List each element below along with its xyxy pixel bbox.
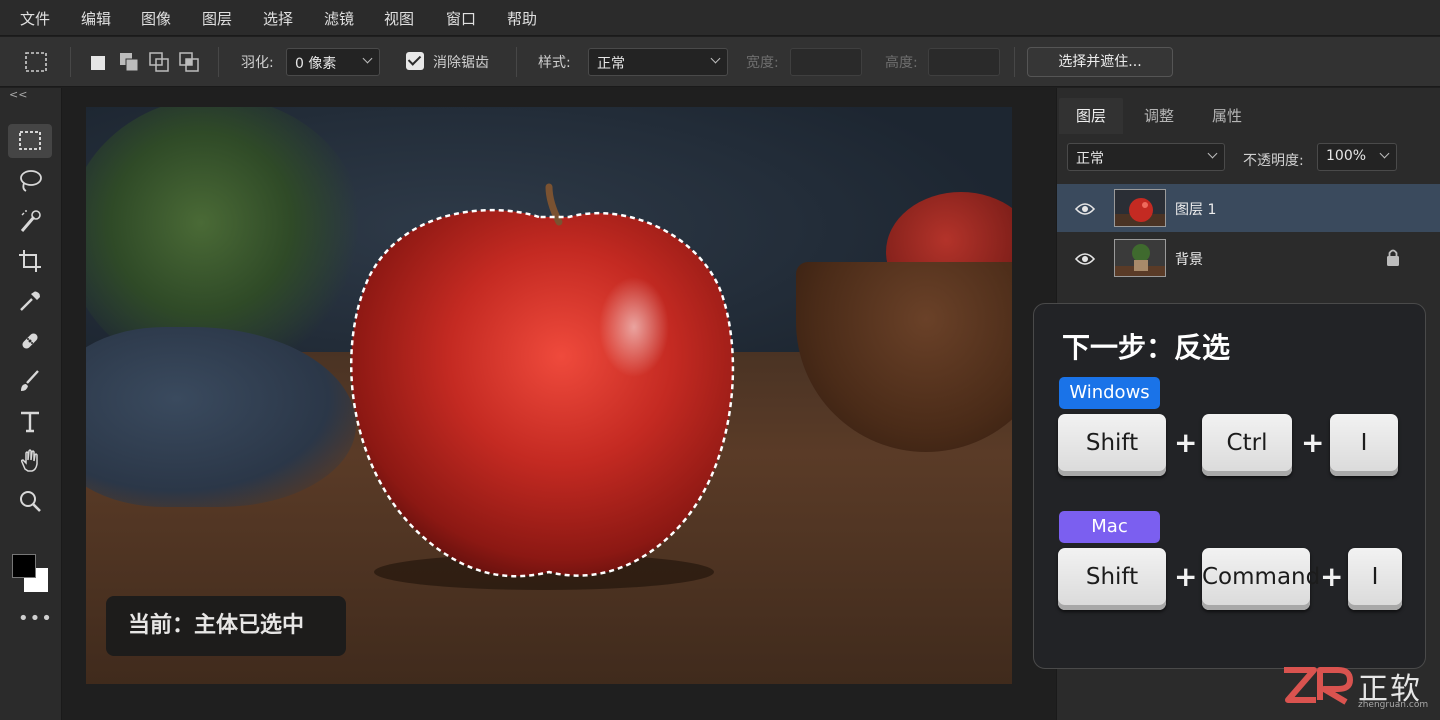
eyedropper-icon bbox=[20, 291, 40, 311]
add-to-selection-icon[interactable] bbox=[118, 51, 140, 77]
marquee-preset-icon[interactable] bbox=[24, 51, 48, 77]
layer-row-layer1[interactable]: 图层 1 bbox=[1057, 184, 1440, 232]
opacity-value: 100% bbox=[1326, 148, 1367, 164]
rect-marquee-tool[interactable] bbox=[8, 124, 52, 158]
menu-help[interactable]: 帮助 bbox=[507, 8, 537, 29]
shortcut-card: 下一步：反选 Windows Shift + Ctrl + I Mac Shif… bbox=[1033, 303, 1426, 669]
type-tool[interactable] bbox=[8, 404, 52, 438]
chevron-down-icon bbox=[1207, 148, 1218, 159]
zoom-icon bbox=[20, 491, 41, 512]
options-bar: 羽化: 0 像素 消除锯齿 样式: 正常 宽度: 高度: 选择并遮住... bbox=[0, 37, 1440, 87]
width-input[interactable] bbox=[790, 48, 862, 76]
lock-icon[interactable] bbox=[1385, 248, 1401, 272]
tab-layers[interactable]: 图层 bbox=[1059, 98, 1123, 134]
style-value: 正常 bbox=[597, 56, 625, 72]
layer-name: 背景 bbox=[1175, 252, 1203, 268]
watermark-logo: 正软 zhengruan.com bbox=[1280, 660, 1440, 720]
mac-badge: Mac bbox=[1059, 511, 1160, 543]
menu-bar: 文件 编辑 图像 图层 选择 滤镜 视图 窗口 帮助 bbox=[0, 0, 1440, 36]
selection-status-chip: 当前：主体已选中 bbox=[106, 596, 346, 656]
key-command: Command bbox=[1202, 548, 1320, 610]
menu-view[interactable]: 视图 bbox=[384, 8, 414, 29]
layer-thumbnail bbox=[1114, 239, 1166, 277]
antialias-checkbox[interactable] bbox=[406, 52, 424, 70]
tab-adjustments[interactable]: 调整 bbox=[1127, 98, 1191, 134]
foreground-color-swatch[interactable] bbox=[12, 554, 36, 578]
healing-brush-tool[interactable] bbox=[8, 324, 52, 358]
quick-select-tool[interactable] bbox=[8, 204, 52, 238]
style-select[interactable]: 正常 bbox=[588, 48, 728, 76]
key-i: I bbox=[1330, 414, 1398, 476]
chevron-down-icon bbox=[710, 53, 721, 64]
lasso-icon bbox=[20, 170, 42, 192]
plus-sign: + bbox=[1174, 426, 1198, 459]
hand-icon bbox=[20, 449, 38, 472]
chevron-down-icon bbox=[1379, 148, 1390, 159]
chevron-down-icon bbox=[362, 53, 373, 64]
quick-select-icon bbox=[20, 210, 41, 232]
layer-name: 图层 1 bbox=[1175, 202, 1217, 218]
menu-filter[interactable]: 滤镜 bbox=[324, 8, 354, 29]
eye-icon[interactable] bbox=[1074, 201, 1096, 220]
crop-icon bbox=[19, 250, 41, 272]
zoom-tool[interactable] bbox=[8, 484, 52, 518]
new-selection-icon[interactable] bbox=[88, 53, 108, 77]
brush-tool[interactable] bbox=[8, 364, 52, 398]
menu-layer[interactable]: 图层 bbox=[202, 8, 232, 29]
feather-input[interactable]: 0 像素 bbox=[286, 48, 380, 76]
menu-window[interactable]: 窗口 bbox=[446, 8, 476, 29]
opacity-input[interactable]: 100% bbox=[1317, 143, 1397, 171]
more-tools-button[interactable]: ••• bbox=[18, 608, 53, 629]
watermark-url: zhengruan.com bbox=[1358, 700, 1429, 710]
opacity-label: 不透明度: bbox=[1243, 153, 1304, 169]
height-input[interactable] bbox=[928, 48, 1000, 76]
key-i: I bbox=[1348, 548, 1402, 610]
divider bbox=[218, 47, 219, 77]
divider bbox=[70, 47, 71, 77]
menu-file[interactable]: 文件 bbox=[20, 8, 50, 29]
divider bbox=[516, 47, 517, 77]
plus-sign: + bbox=[1320, 560, 1344, 593]
panel-tabs: 图层 调整 属性 bbox=[1057, 98, 1440, 134]
zr-logo-icon bbox=[1284, 667, 1353, 705]
key-ctrl: Ctrl bbox=[1202, 414, 1292, 476]
select-and-mask-button[interactable]: 选择并遮住... bbox=[1027, 47, 1173, 77]
intersect-selection-icon[interactable] bbox=[178, 51, 200, 77]
key-shift: Shift bbox=[1058, 414, 1166, 476]
rect-marquee-icon bbox=[19, 131, 41, 150]
tab-properties[interactable]: 属性 bbox=[1195, 98, 1259, 134]
type-icon bbox=[21, 411, 39, 433]
feather-value: 0 像素 bbox=[295, 56, 337, 72]
layer-thumbnail bbox=[1114, 189, 1166, 227]
divider bbox=[1014, 47, 1015, 77]
antialias-label: 消除锯齿 bbox=[433, 55, 489, 71]
plus-sign: + bbox=[1174, 560, 1198, 593]
hand-tool[interactable] bbox=[8, 444, 52, 478]
layer-row-background[interactable]: 背景 bbox=[1057, 234, 1440, 282]
card-title: 下一步：反选 bbox=[1062, 331, 1231, 364]
collapse-panel-button[interactable]: << bbox=[9, 88, 27, 101]
menu-edit[interactable]: 编辑 bbox=[81, 8, 111, 29]
subtract-from-selection-icon[interactable] bbox=[148, 51, 170, 77]
crop-tool[interactable] bbox=[8, 244, 52, 278]
blend-mode-value: 正常 bbox=[1076, 151, 1104, 167]
feather-label: 羽化: bbox=[241, 55, 274, 71]
eye-icon[interactable] bbox=[1074, 251, 1096, 270]
windows-badge: Windows bbox=[1059, 377, 1160, 409]
width-label: 宽度: bbox=[746, 55, 779, 71]
eyedropper-tool[interactable] bbox=[8, 284, 52, 318]
key-shift: Shift bbox=[1058, 548, 1166, 610]
menu-image[interactable]: 图像 bbox=[141, 8, 171, 29]
blend-mode-select[interactable]: 正常 bbox=[1067, 143, 1225, 171]
healing-bandage-icon bbox=[22, 333, 38, 349]
brush-icon bbox=[21, 370, 39, 391]
tools-panel: << ••• bbox=[0, 88, 62, 720]
plus-sign: + bbox=[1301, 426, 1325, 459]
lasso-tool[interactable] bbox=[8, 164, 52, 198]
style-label: 样式: bbox=[538, 55, 571, 71]
height-label: 高度: bbox=[885, 55, 918, 71]
apple-subject bbox=[349, 183, 735, 590]
menu-select[interactable]: 选择 bbox=[263, 8, 293, 29]
